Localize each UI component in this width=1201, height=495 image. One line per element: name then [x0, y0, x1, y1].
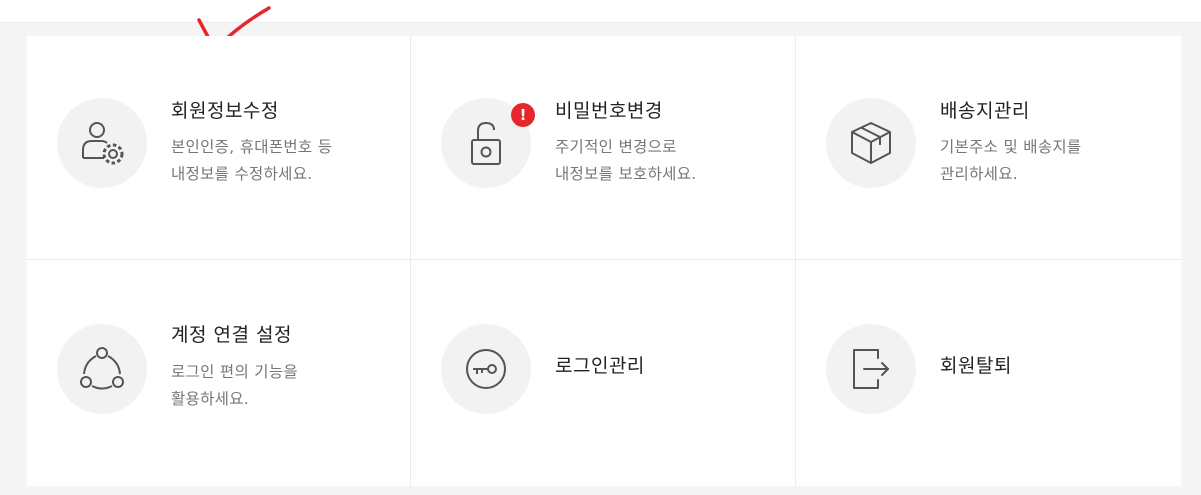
account-menu-panel: 회원정보수정 본인인증, 휴대폰번호 등 내정보를 수정하세요. ! 비밀번호변… [27, 36, 1181, 486]
menu-title: 회원탈퇴 [940, 355, 1012, 377]
menu-title: 로그인관리 [555, 355, 645, 377]
top-bar [0, 0, 1201, 23]
menu-account-link[interactable]: 계정 연결 설정 로그인 편의 기능을 활용하세요. [27, 260, 410, 486]
exit-icon [826, 324, 916, 414]
alert-badge: ! [511, 103, 535, 127]
menu-change-password[interactable]: ! 비밀번호변경 주기적인 변경으로 내정보를 보호하세요. [411, 36, 795, 259]
menu-desc-line2: 내정보를 수정하세요. [171, 165, 313, 183]
menu-title: 비밀번호변경 [555, 100, 663, 122]
menu-title: 배송지관리 [940, 100, 1030, 122]
menu-desc-line2: 활용하세요. [171, 390, 250, 408]
menu-desc-line2: 관리하세요. [940, 165, 1019, 183]
menu-login-management[interactable]: 로그인관리 [411, 260, 795, 486]
menu-withdraw[interactable]: 회원탈퇴 [796, 260, 1181, 486]
menu-desc-line2: 내정보를 보호하세요. [555, 165, 697, 183]
menu-desc-line1: 본인인증, 휴대폰번호 등 [171, 138, 333, 156]
user-gear-icon [57, 98, 147, 188]
menu-desc-line1: 로그인 편의 기능을 [171, 363, 298, 381]
menu-edit-profile[interactable]: 회원정보수정 본인인증, 휴대폰번호 등 내정보를 수정하세요. [27, 36, 410, 259]
menu-desc-line1: 주기적인 변경으로 [555, 138, 677, 156]
menu-title: 회원정보수정 [171, 100, 279, 122]
box-icon [826, 98, 916, 188]
menu-title: 계정 연결 설정 [171, 324, 292, 346]
link-nodes-icon [57, 324, 147, 414]
menu-shipping-address[interactable]: 배송지관리 기본주소 및 배송지를 관리하세요. [796, 36, 1181, 259]
menu-desc-line1: 기본주소 및 배송지를 [940, 138, 1082, 156]
key-icon [441, 324, 531, 414]
